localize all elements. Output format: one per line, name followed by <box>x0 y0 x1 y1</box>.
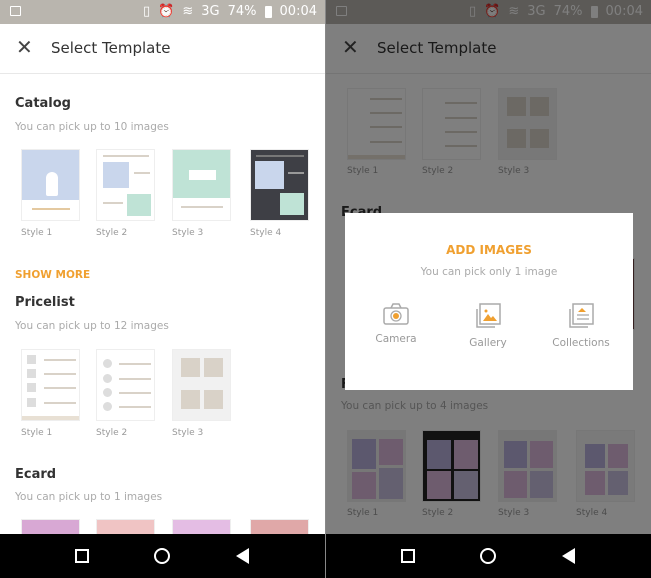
camera-option[interactable]: Camera <box>356 303 436 345</box>
section-subtitle-pricelist: You can pick up to 12 images <box>15 320 169 332</box>
recents-button[interactable] <box>75 549 89 563</box>
section-title-ecard: Ecard <box>15 467 57 482</box>
dialog-subtitle: You can pick only 1 image <box>420 266 558 278</box>
image-notification-icon <box>10 6 21 16</box>
camera-icon <box>383 303 409 325</box>
collections-icon <box>569 303 594 328</box>
wifi-icon: ≋ <box>182 4 194 19</box>
style-label: Style 4 <box>250 228 282 238</box>
section-title-catalog: Catalog <box>15 96 71 111</box>
section-title-pricelist: Pricelist <box>15 295 75 310</box>
clock: 00:04 <box>279 4 317 19</box>
home-button[interactable] <box>480 548 496 564</box>
section-subtitle-ecard: You can pick up to 1 images <box>15 491 163 503</box>
style-label: Style 3 <box>172 228 204 238</box>
style-label: Style 3 <box>172 428 204 438</box>
catalog-style-3-thumb[interactable] <box>172 149 231 221</box>
collections-label: Collections <box>552 337 610 349</box>
android-nav-bar <box>0 534 325 578</box>
back-button[interactable] <box>236 548 249 564</box>
status-bar: ▯ ⏰ ≋ 3G 74% 00:04 <box>0 0 325 24</box>
add-images-dialog: ADD IMAGES You can pick only 1 image Cam… <box>345 213 633 390</box>
vibrate-icon: ▯ <box>143 4 151 19</box>
style-label: Style 1 <box>21 428 53 438</box>
collections-option[interactable]: Collections <box>541 303 621 349</box>
pricelist-style-1-thumb[interactable] <box>21 349 80 421</box>
battery-percent: 74% <box>227 4 257 19</box>
home-button[interactable] <box>154 548 170 564</box>
network-type: 3G <box>201 4 220 19</box>
back-button[interactable] <box>562 548 575 564</box>
gallery-option[interactable]: Gallery <box>448 303 528 349</box>
gallery-icon <box>476 303 501 328</box>
gallery-label: Gallery <box>469 337 507 349</box>
show-more-button[interactable]: SHOW MORE <box>15 269 90 281</box>
battery-icon <box>264 5 272 18</box>
close-icon[interactable]: ✕ <box>16 37 33 57</box>
camera-label: Camera <box>375 333 417 345</box>
style-label: Style 2 <box>96 428 128 438</box>
app-header: ✕ Select Template <box>0 24 325 74</box>
style-label: Style 2 <box>96 228 128 238</box>
style-label: Style 1 <box>21 228 53 238</box>
dialog-title: ADD IMAGES <box>446 243 532 257</box>
section-subtitle-catalog: You can pick up to 10 images <box>15 121 169 133</box>
recents-button[interactable] <box>401 549 415 563</box>
page-title: Select Template <box>51 39 171 57</box>
select-template-screen-with-dialog: ▯ ⏰ ≋ 3G 74% 00:04 ✕ Select Template Sty… <box>326 0 651 578</box>
catalog-style-1-thumb[interactable] <box>21 149 80 221</box>
android-nav-bar <box>326 534 651 578</box>
pricelist-style-3-thumb[interactable] <box>172 349 231 421</box>
select-template-screen: ▯ ⏰ ≋ 3G 74% 00:04 ✕ Select Template Cat… <box>0 0 325 578</box>
alarm-icon: ⏰ <box>158 4 175 19</box>
catalog-style-4-thumb[interactable] <box>250 149 309 221</box>
catalog-style-2-thumb[interactable] <box>96 149 155 221</box>
pricelist-style-2-thumb[interactable] <box>96 349 155 421</box>
